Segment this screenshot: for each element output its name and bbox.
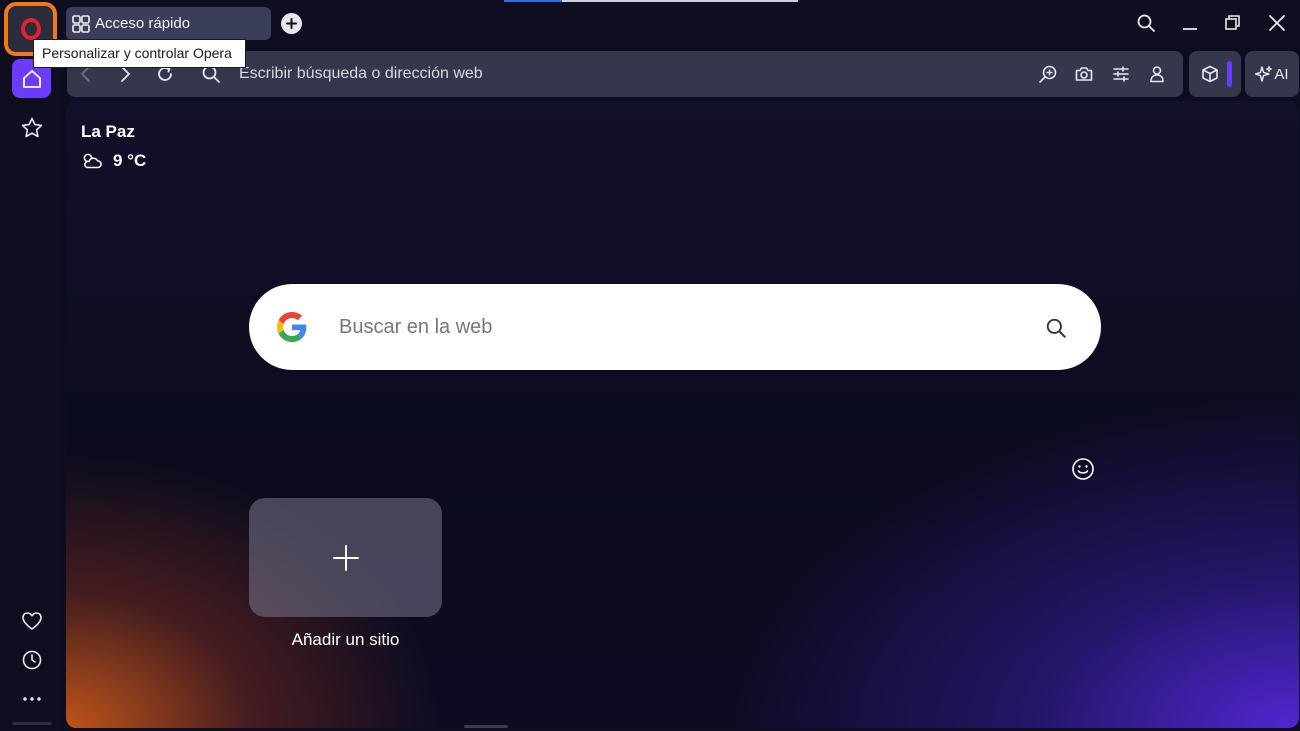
opera-logo-icon	[20, 18, 41, 40]
google-logo-icon	[277, 312, 307, 342]
zoom-button[interactable]	[1037, 63, 1059, 85]
add-site-tile[interactable]	[249, 498, 442, 617]
partly-cloudy-icon	[83, 153, 102, 169]
aria-ai-button[interactable]: AI	[1245, 51, 1299, 97]
restore-button[interactable]	[1220, 10, 1246, 36]
tab-acceso-rapido[interactable]: Acceso rápido	[66, 7, 271, 40]
search-icon	[1137, 14, 1155, 32]
sidebar	[0, 48, 62, 731]
cube-icon	[1202, 65, 1218, 83]
user-icon	[1150, 66, 1164, 83]
snapshot-button[interactable]	[1073, 63, 1095, 85]
tab-title: Acceso rápido	[95, 15, 191, 32]
sidebar-item-bookmarks[interactable]	[19, 115, 45, 141]
profile-button[interactable]	[1146, 63, 1168, 85]
plus-icon	[332, 544, 359, 571]
weather-temperature: 9 °C	[113, 151, 147, 170]
star-icon	[21, 117, 43, 138]
settings-sliders-icon	[1113, 66, 1129, 82]
more-icon	[23, 697, 41, 701]
new-tab-button[interactable]	[281, 13, 302, 34]
ai-label: AI	[1274, 65, 1289, 83]
search-icon[interactable]	[1045, 317, 1067, 339]
top-progress-indicator	[504, 0, 562, 2]
sidebar-item-more[interactable]	[19, 686, 45, 712]
clock-icon	[22, 650, 42, 670]
speed-dial-page: La Paz 9 °C Añadir un sitio	[66, 101, 1299, 728]
sidebar-item-history[interactable]	[19, 647, 45, 673]
sidebar-item-my-flow[interactable]	[19, 608, 45, 634]
address-input[interactable]	[239, 61, 839, 87]
web-search-box[interactable]	[249, 284, 1101, 370]
camera-icon	[1075, 67, 1093, 81]
add-site-label: Añadir un sitio	[291, 630, 400, 649]
sidebar-bottom-divider	[12, 722, 52, 725]
restore-icon	[1225, 15, 1240, 30]
weather-widget[interactable]: 9 °C	[81, 151, 146, 171]
minimize-icon	[1183, 28, 1197, 30]
extensions-accent	[1227, 61, 1232, 87]
easy-setup-button[interactable]	[1110, 63, 1132, 85]
zoom-in-icon	[1039, 65, 1057, 83]
grid-icon	[72, 14, 90, 33]
close-icon	[1269, 15, 1285, 31]
weather-city: La Paz	[81, 122, 135, 141]
extensions-icon-wrap	[1199, 63, 1221, 85]
content-scroll-handle	[464, 725, 508, 728]
sparkle-icon	[1255, 65, 1273, 82]
tooltip: Personalizar y controlar Opera	[33, 39, 246, 68]
plus-icon	[286, 18, 297, 29]
top-bar-indicator	[562, 0, 798, 2]
web-search-input[interactable]	[339, 311, 1019, 343]
heart-icon	[22, 612, 42, 630]
minimize-button[interactable]	[1177, 10, 1203, 36]
close-button[interactable]	[1264, 10, 1290, 36]
smiley-icon[interactable]	[1071, 457, 1095, 481]
home-icon	[22, 69, 41, 88]
extensions-button[interactable]	[1189, 51, 1241, 97]
tab-search-button[interactable]	[1133, 10, 1159, 36]
